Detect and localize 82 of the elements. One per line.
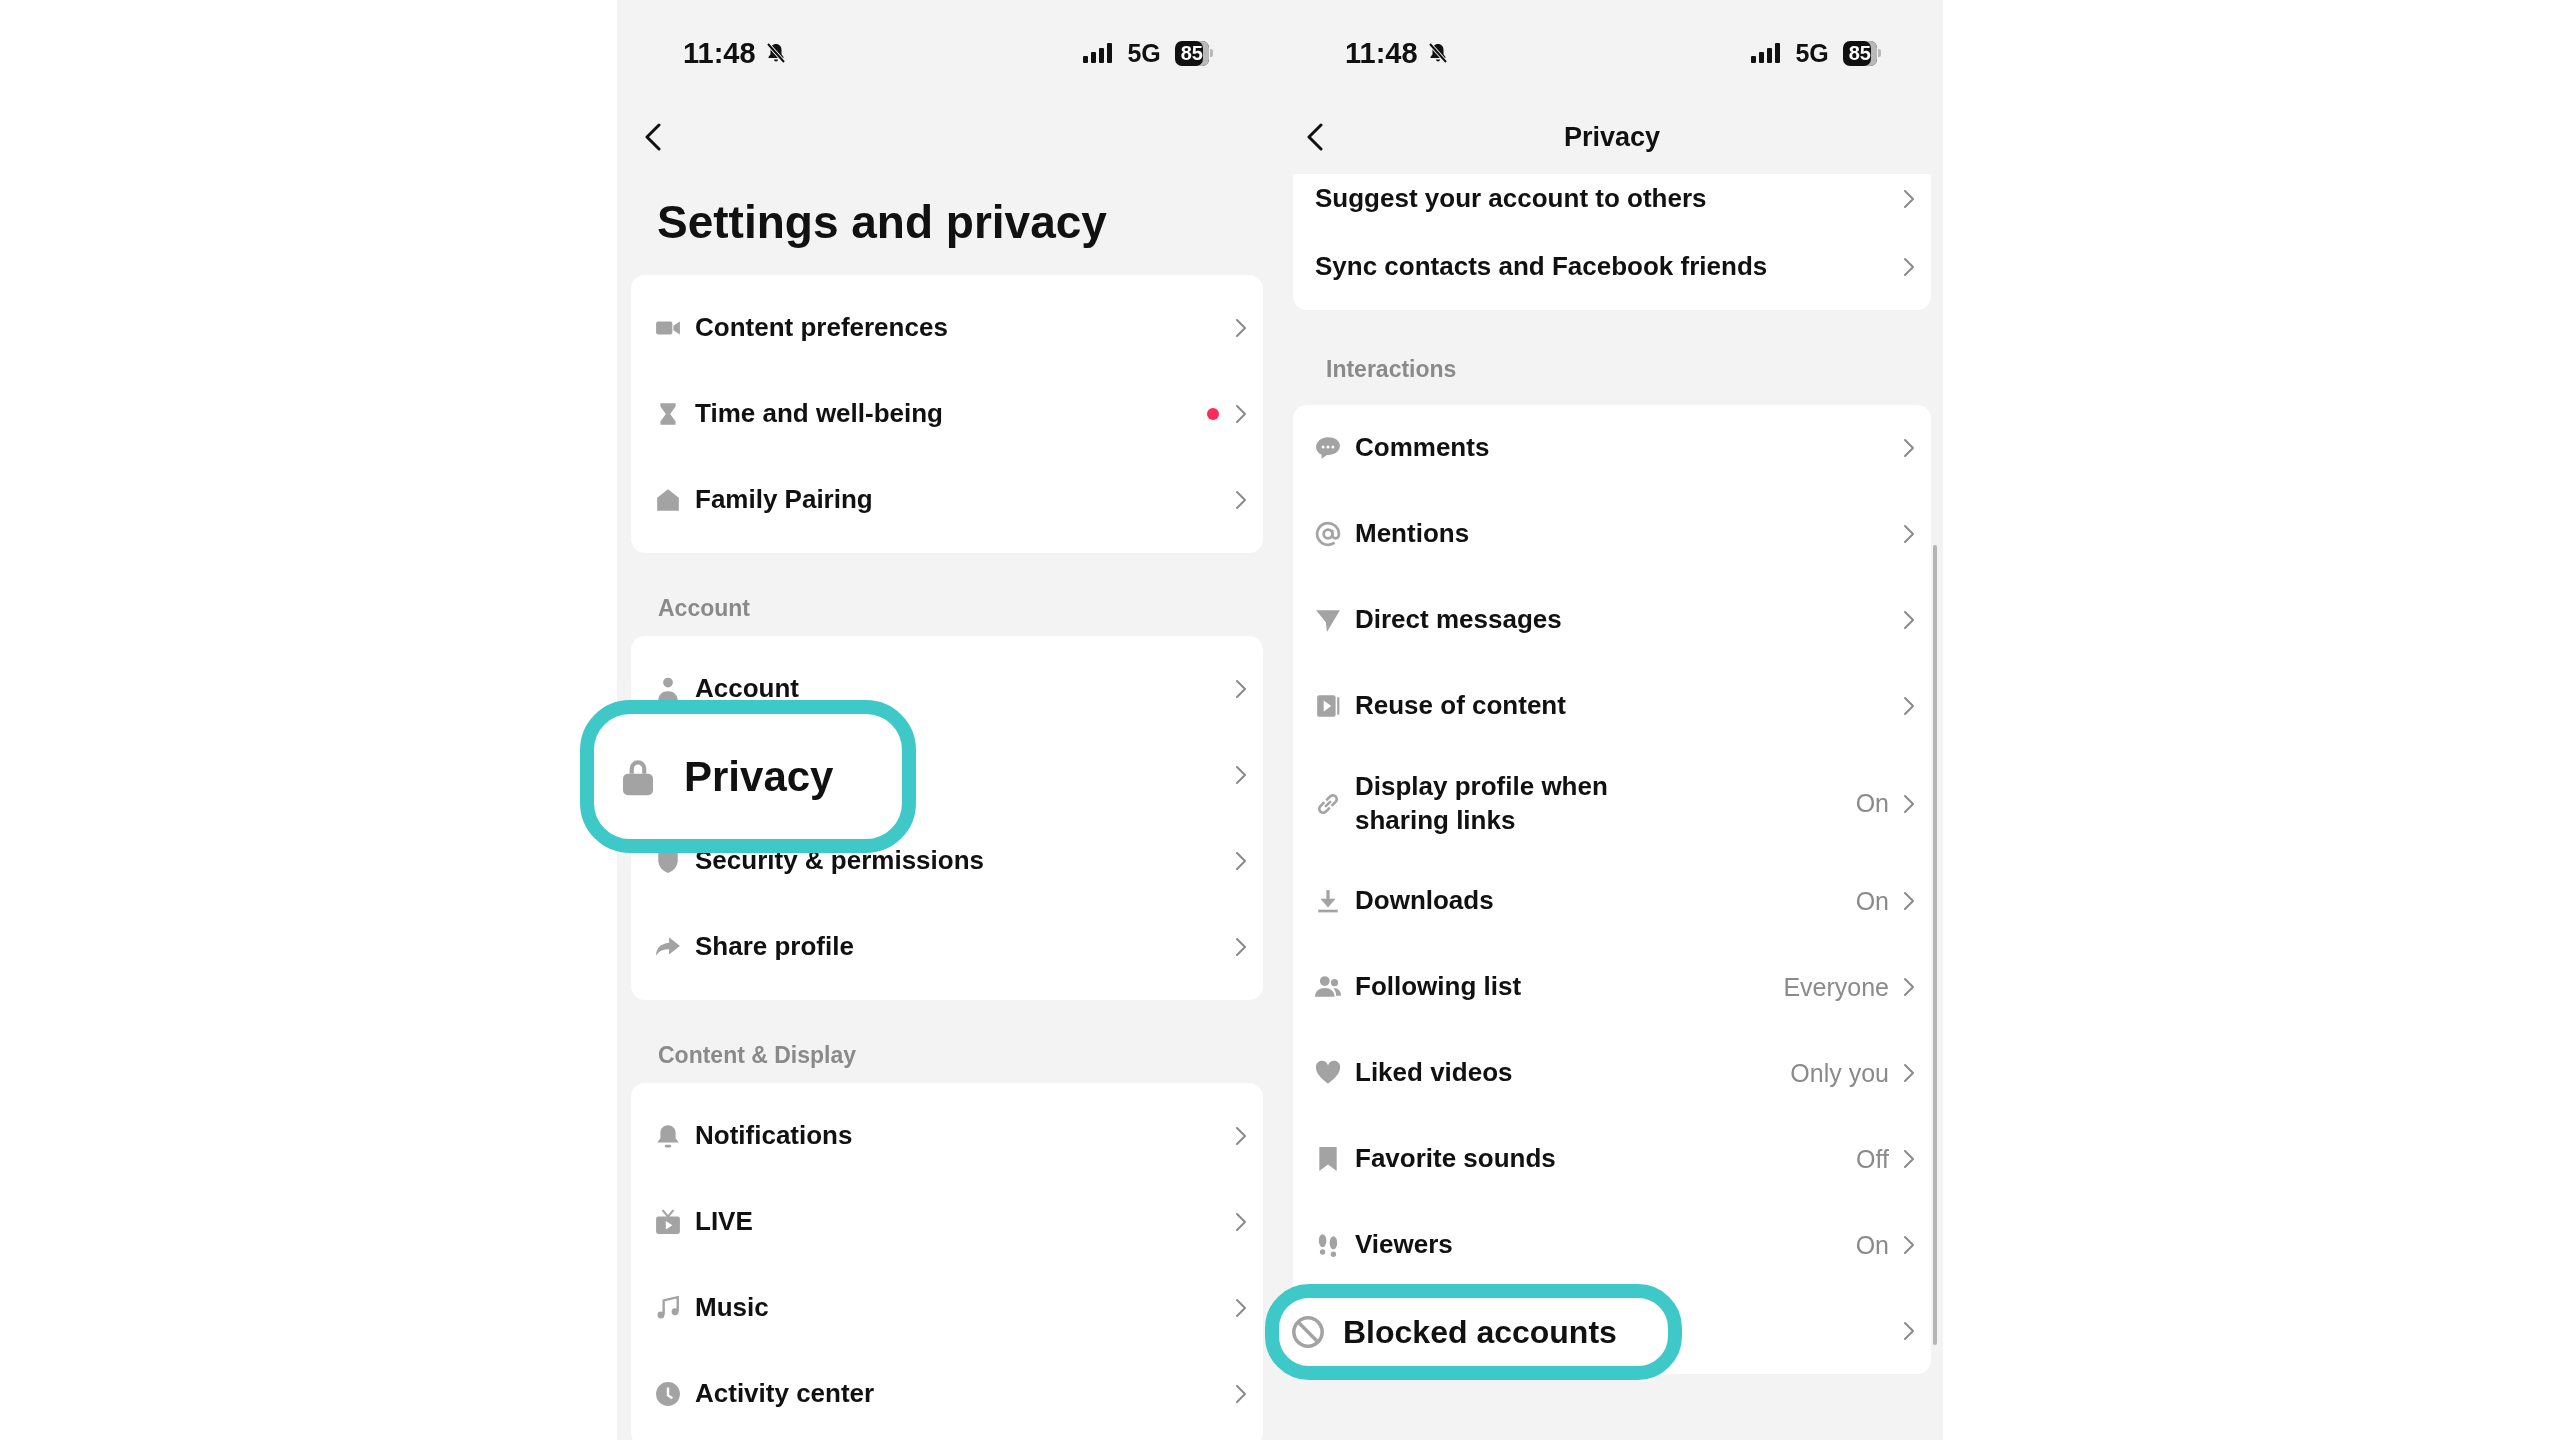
setting-label[interactable]: Liked videos [1355, 1056, 1513, 1090]
at-sign-icon [1315, 521, 1341, 547]
chevron-icon [1903, 1063, 1915, 1083]
back-icon[interactable] [1307, 123, 1323, 151]
block-icon [1291, 1315, 1325, 1349]
chevron-icon [1903, 1321, 1915, 1341]
paper-plane-icon [1315, 607, 1341, 633]
setting-label[interactable]: Notifications [695, 1119, 853, 1153]
setting-label[interactable]: Downloads [1355, 884, 1494, 918]
signal-icon [1751, 43, 1782, 63]
status-time: 11:48 [683, 36, 756, 70]
chevron-icon [1235, 404, 1247, 424]
setting-label[interactable]: Reuse of content [1355, 689, 1566, 723]
section-heading: Content & Display [657, 1041, 858, 1070]
signal-icon [1083, 43, 1114, 63]
chevron-icon [1903, 438, 1915, 458]
setting-label[interactable]: Direct messages [1355, 603, 1562, 637]
setting-value: Off [1856, 1144, 1889, 1174]
setting-label[interactable]: LIVE [695, 1205, 753, 1239]
chevron-icon [1903, 793, 1915, 814]
highlight-tooltip[interactable]: Blocked accounts [1265, 1284, 1682, 1380]
setting-label[interactable]: Viewers [1355, 1228, 1453, 1262]
chevron-icon [1235, 490, 1247, 510]
chevron-icon [1235, 1384, 1247, 1404]
chevron-icon [1235, 679, 1247, 699]
battery-indicator: 85 [1842, 40, 1881, 66]
section-heading: Account [657, 594, 751, 623]
setting-label[interactable]: Family Pairing [695, 483, 873, 517]
speech-bubble-icon [1315, 435, 1341, 461]
chevron-icon [1903, 524, 1915, 544]
heart-icon [1315, 1060, 1341, 1086]
chevron-icon [1903, 1235, 1915, 1255]
page-title: Settings and privacy [656, 194, 1107, 249]
network-type: 5G [1795, 38, 1829, 68]
chevron-icon [1235, 851, 1247, 871]
chevron-icon [1903, 189, 1915, 209]
setting-value: On [1855, 789, 1889, 818]
chevron-icon [1235, 765, 1247, 785]
setting-label[interactable]: Music [695, 1291, 769, 1325]
tv-icon [655, 1209, 681, 1235]
chevron-icon [1903, 610, 1915, 630]
setting-value: On [1855, 886, 1889, 916]
chevron-icon [1235, 937, 1247, 957]
setting-value: Only you [1790, 1058, 1889, 1088]
chevron-icon [1235, 318, 1247, 338]
chevron-icon [1235, 1126, 1247, 1146]
setting-value: On [1855, 1230, 1889, 1260]
setting-value: Everyone [1783, 972, 1889, 1002]
setting-label[interactable]: Content preferences [695, 311, 948, 345]
back-icon[interactable] [645, 123, 661, 151]
section-heading: Interactions [1325, 355, 1458, 384]
setting-label[interactable]: Display profile when sharing links [1355, 769, 1675, 838]
battery-indicator: 85 [1174, 40, 1213, 66]
chevron-icon [1235, 1298, 1247, 1318]
status-time: 11:48 [1345, 36, 1418, 70]
play-icon [1315, 693, 1341, 719]
chevron-icon [1903, 891, 1915, 911]
chevron-icon [1903, 696, 1915, 716]
callout-label: Privacy [684, 752, 834, 801]
setting-label[interactable]: Comments [1355, 431, 1490, 465]
callout-label: Blocked accounts [1343, 1313, 1617, 1351]
chevron-icon [1235, 1212, 1247, 1232]
house-icon [655, 487, 681, 513]
setting-label[interactable]: Time and well-being [695, 397, 943, 431]
download-icon [1315, 888, 1341, 914]
clock-icon [655, 1381, 681, 1407]
bell-icon [655, 1123, 681, 1149]
music-note-icon [655, 1295, 681, 1321]
setting-label[interactable]: Following list [1355, 970, 1522, 1004]
setting-label[interactable]: Favorite sounds [1355, 1142, 1556, 1176]
scrollbar[interactable] [1933, 545, 1937, 1345]
setting-label[interactable]: Suggest your account to others [1315, 182, 1707, 216]
chevron-icon [1903, 977, 1915, 997]
page-title: Privacy [1563, 121, 1661, 153]
chevron-icon [1903, 257, 1915, 277]
setting-label[interactable]: Activity center [695, 1377, 875, 1411]
setting-label[interactable]: Mentions [1355, 517, 1470, 551]
setting-label[interactable]: Share profile [695, 930, 854, 964]
network-type: 5G [1127, 38, 1161, 68]
chevron-icon [1903, 1149, 1915, 1169]
setting-label[interactable]: Sync contacts and Facebook friends [1315, 250, 1768, 284]
people-icon [1315, 974, 1341, 1000]
